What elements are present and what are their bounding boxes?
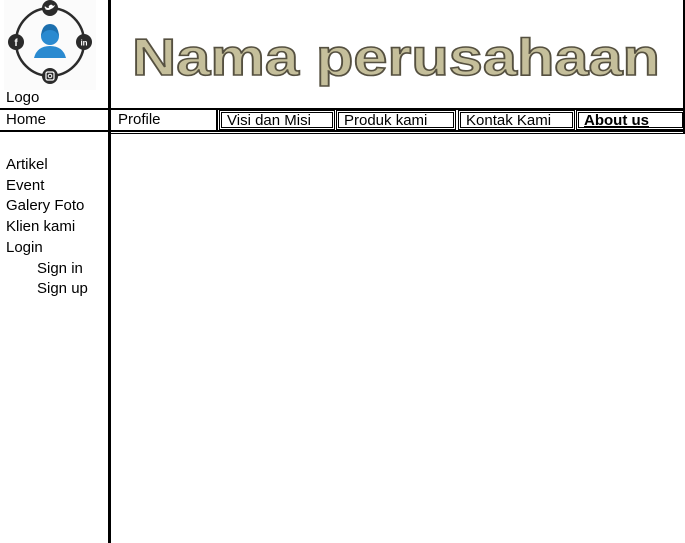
logo-area: f in Logo xyxy=(0,0,108,108)
company-name-text: Nama perusahaan xyxy=(132,29,660,87)
main-content-area xyxy=(111,134,685,543)
sidebar-item-sign-up[interactable]: Sign up xyxy=(6,279,88,300)
nav-bottom-border xyxy=(0,130,685,132)
tab-kontak-kami[interactable]: Kontak Kami xyxy=(458,110,575,130)
wireframe-page: f in Logo Nama perusahaan Home Profile V… xyxy=(0,0,685,543)
svg-text:in: in xyxy=(80,39,87,48)
social-network-logo: f in xyxy=(8,0,92,84)
sidebar-item-artikel[interactable]: Artikel xyxy=(6,155,88,176)
sidebar-item-event[interactable]: Event xyxy=(6,176,88,197)
tab-produk-kami[interactable]: Produk kami xyxy=(336,110,456,130)
sidebar-item-sign-in[interactable]: Sign in xyxy=(6,259,88,280)
twitter-icon xyxy=(42,0,58,16)
sidebar-menu: Artikel Event Galery Foto Klien kami Log… xyxy=(6,155,88,300)
nav-home-link[interactable]: Home xyxy=(6,111,46,128)
tab-visi-dan-misi[interactable]: Visi dan Misi xyxy=(219,110,335,130)
user-icon xyxy=(34,24,66,58)
tab-about-us[interactable]: About us xyxy=(576,110,685,130)
sidebar-item-klien-kami[interactable]: Klien kami xyxy=(6,217,88,238)
company-name: Nama perusahaan xyxy=(131,28,661,88)
logo-image[interactable]: f in xyxy=(4,0,96,90)
linkedin-icon: in xyxy=(76,34,92,50)
sidebar-item-login[interactable]: Login xyxy=(6,238,88,259)
instagram-icon xyxy=(42,68,58,84)
sidebar-item-galery-foto[interactable]: Galery Foto xyxy=(6,196,88,217)
logo-label: Logo xyxy=(6,89,40,106)
tab-profile[interactable]: Profile xyxy=(111,110,218,130)
facebook-icon: f xyxy=(8,34,24,50)
